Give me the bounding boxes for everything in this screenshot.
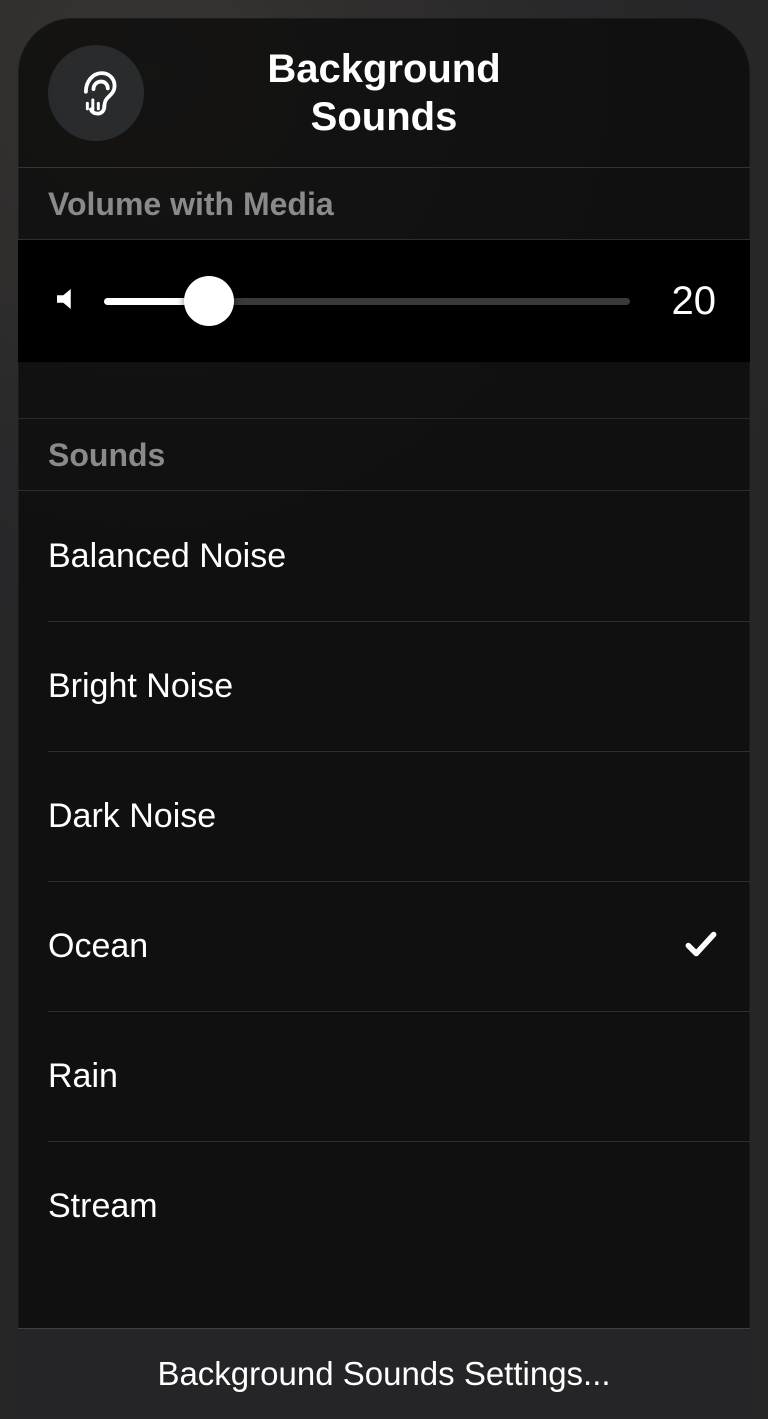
- panel-title: Background Sounds: [267, 45, 500, 141]
- panel-header: Background Sounds: [18, 18, 750, 168]
- sound-item[interactable]: Stream: [18, 1141, 750, 1271]
- checkmark-icon: [682, 925, 720, 968]
- volume-section-header: Volume with Media: [18, 168, 750, 240]
- sound-item-label: Balanced Noise: [48, 537, 286, 576]
- slider-thumb[interactable]: [184, 276, 234, 326]
- sound-list: Balanced Noise Bright Noise Dark Noise Ocea…: [18, 491, 750, 1328]
- background-sounds-toggle[interactable]: [48, 45, 144, 141]
- settings-link-label: Background Sounds Settings...: [157, 1355, 610, 1392]
- sound-item-label: Stream: [48, 1187, 158, 1226]
- speaker-low-icon: [52, 284, 82, 319]
- sound-item-label: Ocean: [48, 927, 148, 966]
- volume-slider[interactable]: [104, 276, 630, 326]
- background-sounds-panel: Background Sounds Volume with Media 20 S…: [18, 18, 750, 1419]
- sounds-section-header: Sounds: [18, 419, 750, 491]
- sound-item-label: Dark Noise: [48, 797, 216, 836]
- section-gap: [18, 363, 750, 419]
- sound-item-label: Bright Noise: [48, 667, 233, 706]
- settings-footer[interactable]: Background Sounds Settings...: [18, 1328, 750, 1419]
- sound-item[interactable]: Balanced Noise: [18, 491, 750, 621]
- sound-item-label: Rain: [48, 1057, 118, 1096]
- ear-sound-icon: [69, 63, 123, 122]
- volume-row: 20: [18, 240, 750, 363]
- sound-item[interactable]: Rain: [18, 1011, 750, 1141]
- sound-item[interactable]: Ocean: [18, 881, 750, 1011]
- sound-item[interactable]: Dark Noise: [18, 751, 750, 881]
- volume-value: 20: [652, 279, 716, 324]
- sound-item[interactable]: Bright Noise: [18, 621, 750, 751]
